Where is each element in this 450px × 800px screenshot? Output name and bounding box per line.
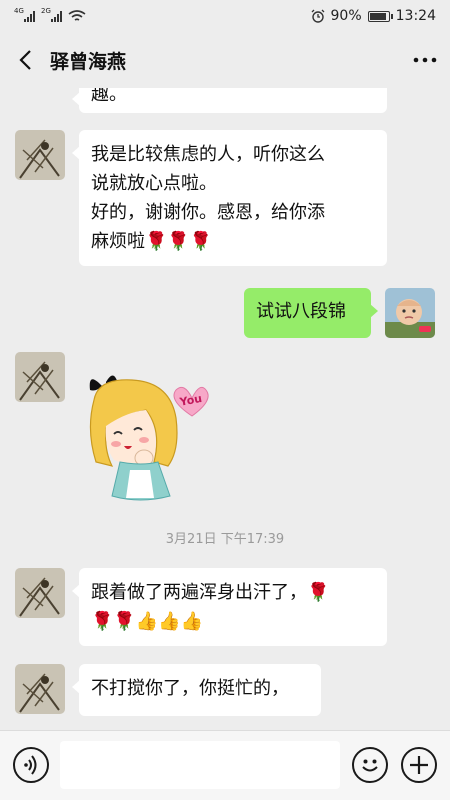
message-text: 好的，谢谢你。感恩，给你添 (91, 202, 325, 223)
chat-title: 驿曾海燕 (50, 50, 127, 73)
emoji-icon (362, 759, 378, 772)
message-list[interactable]: 趣。 我是比较焦虑的人，听你这么 说就放心点啦。 好的，谢谢你。感恩，给你添 麻… (0, 88, 450, 730)
wifi-icon (68, 9, 86, 21)
message-bubble[interactable]: 我是比较焦虑的人，听你这么 说就放心点啦。 好的，谢谢你。感恩，给你添 麻烦啦🌹… (72, 130, 387, 266)
message-bubble[interactable]: 跟着做了两遍浑身出汗了，🌹 🌹🌹👍👍👍 (72, 568, 387, 646)
alarm-icon (311, 9, 324, 23)
battery-percent: 90% (330, 8, 362, 24)
contact-avatar[interactable] (15, 664, 65, 714)
message-bubble[interactable]: 趣。 (72, 88, 387, 113)
more-actions-button[interactable] (401, 747, 437, 783)
message-bubble[interactable]: 不打搅你了，你挺忙的， (72, 664, 321, 716)
network-type-label: 4G (14, 7, 24, 15)
clock: 13:24 (395, 8, 436, 24)
message-text: 不打搅你了，你挺忙的， (91, 678, 289, 699)
battery-icon (367, 10, 393, 22)
message-input[interactable] (60, 741, 340, 789)
plus-icon (410, 756, 428, 774)
back-button[interactable] (0, 32, 50, 88)
girl-you-sticker[interactable]: You (84, 370, 214, 505)
message-text: 我是比较焦虑的人，听你这么 (91, 144, 325, 165)
my-avatar[interactable] (385, 288, 435, 338)
status-bar: 4G 2G 90% 13:24 (0, 0, 450, 32)
more-icon (413, 57, 437, 63)
message-text: 麻烦啦🌹🌹🌹 (91, 231, 213, 252)
message-text: 跟着做了两遍浑身出汗了，🌹 (91, 582, 330, 603)
contact-avatar[interactable] (15, 130, 65, 180)
emoji-button[interactable] (352, 747, 388, 783)
more-options-button[interactable] (400, 32, 450, 88)
chevron-left-icon (19, 50, 31, 70)
chat-header: 驿曾海燕 (0, 32, 450, 88)
contact-avatar[interactable] (15, 352, 65, 402)
contact-avatar[interactable] (15, 568, 65, 618)
voice-icon (24, 755, 37, 775)
message-text: 趣。 (91, 88, 127, 105)
signal-icon-2: 2G (41, 7, 62, 22)
message-text: 试试八段锦 (256, 301, 346, 322)
my-message-bubble[interactable]: 试试八段锦 (244, 288, 378, 338)
timestamp: 3月21日 下午17:39 (165, 532, 285, 547)
signal-icon: 4G (14, 7, 35, 22)
network-type-label-2: 2G (41, 7, 51, 15)
voice-button[interactable] (13, 747, 49, 783)
message-text: 🌹🌹👍👍👍 (91, 611, 204, 632)
message-text: 说就放心点啦。 (91, 173, 217, 194)
input-bar (0, 730, 450, 800)
